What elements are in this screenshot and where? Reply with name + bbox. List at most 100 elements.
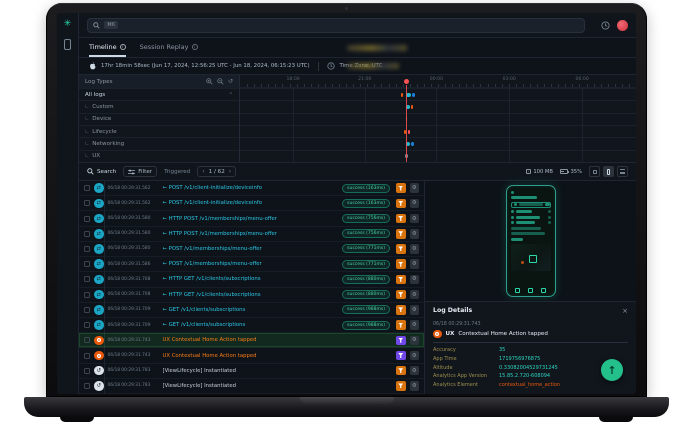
log-row[interactable]: ⇄06/18 00:29:31.580← POST /v1/membership… bbox=[79, 242, 424, 257]
playhead-dot[interactable] bbox=[404, 79, 409, 84]
timeline-lane[interactable] bbox=[240, 150, 636, 162]
log-row[interactable]: 06/18 00:29:31.743UX Contextual Home Act… bbox=[79, 348, 424, 363]
log-row[interactable]: ↺06/18 00:29:31.783[ViewLifecycle] Insta… bbox=[79, 364, 424, 379]
row-checkbox[interactable] bbox=[84, 307, 90, 313]
create-trigger-button[interactable] bbox=[396, 305, 406, 315]
log-type-row[interactable]: ∟Custom bbox=[79, 100, 239, 112]
row-settings-button[interactable]: ⚙ bbox=[410, 351, 420, 361]
row-checkbox[interactable] bbox=[84, 216, 90, 222]
device-view-toggle[interactable] bbox=[603, 166, 614, 177]
log-row[interactable]: ⇄06/18 00:29:31.580← HTTP POST /v1/membe… bbox=[79, 211, 424, 226]
row-settings-button[interactable]: ⚙ bbox=[410, 305, 420, 315]
row-settings-button[interactable]: ⚙ bbox=[410, 381, 420, 391]
tab-session-replay[interactable]: Session Replay i bbox=[140, 38, 198, 57]
row-checkbox[interactable] bbox=[84, 337, 90, 343]
log-type-row[interactable]: ∟Networking bbox=[79, 137, 239, 149]
row-checkbox[interactable] bbox=[84, 276, 90, 282]
event-mark[interactable] bbox=[406, 93, 411, 97]
create-trigger-button[interactable] bbox=[396, 214, 406, 224]
create-trigger-button[interactable] bbox=[396, 336, 406, 346]
event-mark[interactable] bbox=[411, 105, 413, 109]
prev-page-button[interactable]: ‹ bbox=[202, 169, 204, 174]
row-settings-button[interactable]: ⚙ bbox=[410, 275, 420, 285]
row-checkbox[interactable] bbox=[84, 231, 90, 237]
event-mark[interactable] bbox=[408, 130, 410, 134]
log-type-row[interactable]: ∟Device bbox=[79, 113, 239, 125]
create-trigger-button[interactable] bbox=[396, 244, 406, 254]
log-row[interactable]: ⇄06/18 00:29:31.562← POST /v1/client-ini… bbox=[79, 181, 424, 196]
global-search-input[interactable]: ⌘K bbox=[87, 18, 585, 33]
row-settings-button[interactable]: ⚙ bbox=[410, 259, 420, 269]
filter-button[interactable]: Filter bbox=[123, 166, 157, 177]
history-clock-icon[interactable] bbox=[601, 21, 610, 30]
event-mark[interactable] bbox=[411, 142, 414, 146]
row-checkbox[interactable] bbox=[84, 185, 90, 191]
row-settings-button[interactable]: ⚙ bbox=[410, 290, 420, 300]
create-trigger-button[interactable] bbox=[396, 320, 406, 330]
log-row[interactable]: ⇄06/18 00:29:31.708← HTTP GET /v1/client… bbox=[79, 288, 424, 303]
row-settings-button[interactable]: ⚙ bbox=[410, 366, 420, 376]
log-row[interactable]: ↺06/18 00:29:31.783[ViewLifecycle] Insta… bbox=[79, 379, 424, 394]
timeline-playhead[interactable] bbox=[406, 85, 407, 162]
timeline-lane[interactable] bbox=[240, 113, 636, 125]
row-settings-button[interactable]: ⚙ bbox=[410, 214, 420, 224]
log-row[interactable]: ⇄06/18 00:29:31.580← HTTP POST /v1/membe… bbox=[79, 227, 424, 242]
app-logo-icon[interactable]: ✳ bbox=[64, 20, 72, 29]
row-settings-button[interactable]: ⚙ bbox=[410, 183, 420, 193]
row-checkbox[interactable] bbox=[84, 246, 90, 252]
user-avatar[interactable] bbox=[617, 20, 628, 31]
log-row[interactable]: ⇄06/18 00:29:31.586← POST /v1/membership… bbox=[79, 257, 424, 272]
timeline-grid[interactable]: 18:0021:0000:0003:0006:00 bbox=[240, 75, 636, 162]
mobile-device-icon[interactable] bbox=[64, 39, 71, 50]
row-settings-button[interactable]: ⚙ bbox=[410, 336, 420, 346]
timeline-lane[interactable] bbox=[240, 137, 636, 149]
create-trigger-button[interactable] bbox=[396, 229, 406, 239]
row-checkbox[interactable] bbox=[84, 292, 90, 298]
tab-timeline[interactable]: Timeline i bbox=[89, 38, 126, 57]
row-checkbox[interactable] bbox=[84, 261, 90, 267]
row-settings-button[interactable]: ⚙ bbox=[410, 199, 420, 209]
log-type-row[interactable]: All logs⌃ bbox=[79, 88, 239, 100]
device-frame[interactable] bbox=[506, 185, 556, 297]
create-trigger-button[interactable] bbox=[396, 381, 406, 391]
log-row[interactable]: ⇄06/18 00:29:31.562← POST /v1/client-ini… bbox=[79, 196, 424, 211]
create-trigger-button[interactable] bbox=[396, 366, 406, 376]
log-type-row[interactable]: ∟Lifecycle bbox=[79, 125, 239, 137]
log-row[interactable]: 06/18 00:29:31.743UX Contextual Home Act… bbox=[79, 333, 424, 348]
create-trigger-button[interactable] bbox=[396, 275, 406, 285]
create-trigger-button[interactable] bbox=[396, 351, 406, 361]
row-settings-button[interactable]: ⚙ bbox=[410, 320, 420, 330]
create-trigger-button[interactable] bbox=[396, 259, 406, 269]
event-mark[interactable] bbox=[406, 142, 411, 146]
event-mark[interactable] bbox=[401, 93, 403, 97]
row-checkbox[interactable] bbox=[84, 353, 90, 359]
row-checkbox[interactable] bbox=[84, 322, 90, 328]
create-trigger-button[interactable] bbox=[396, 183, 406, 193]
timeline-lane[interactable] bbox=[240, 100, 636, 112]
row-settings-button[interactable]: ⚙ bbox=[410, 244, 420, 254]
row-checkbox[interactable] bbox=[84, 368, 90, 374]
zoom-out-icon[interactable] bbox=[217, 78, 224, 85]
log-type-row[interactable]: ∟UX bbox=[79, 150, 239, 162]
timeline-lane[interactable] bbox=[240, 88, 636, 100]
close-icon[interactable]: × bbox=[622, 307, 628, 315]
row-checkbox[interactable] bbox=[84, 200, 90, 206]
row-settings-button[interactable]: ⚙ bbox=[410, 229, 420, 239]
log-row[interactable]: ⇄06/18 00:29:31.709← GET /v1/clients/sub… bbox=[79, 303, 424, 318]
reset-zoom-icon[interactable]: ↺ bbox=[228, 78, 233, 85]
log-row[interactable]: ⇄06/18 00:29:31.708← HTTP GET /v1/client… bbox=[79, 272, 424, 287]
log-row[interactable]: ⇄06/18 00:29:31.709← GET /v1/clients/sub… bbox=[79, 318, 424, 333]
map-view-toggle[interactable] bbox=[589, 166, 600, 177]
create-trigger-button[interactable] bbox=[396, 199, 406, 209]
chevron-up-icon[interactable]: ⌃ bbox=[229, 92, 233, 98]
scroll-to-top-fab[interactable]: ↑ bbox=[601, 359, 623, 381]
event-mark[interactable] bbox=[412, 93, 415, 97]
log-search-button[interactable]: Search bbox=[87, 168, 116, 175]
event-mark[interactable] bbox=[406, 105, 410, 109]
zoom-in-icon[interactable] bbox=[206, 78, 213, 85]
next-page-button[interactable]: › bbox=[229, 169, 231, 174]
create-trigger-button[interactable] bbox=[396, 290, 406, 300]
list-view-toggle[interactable] bbox=[617, 166, 628, 177]
row-checkbox[interactable] bbox=[84, 383, 90, 389]
timeline-lane[interactable] bbox=[240, 125, 636, 137]
